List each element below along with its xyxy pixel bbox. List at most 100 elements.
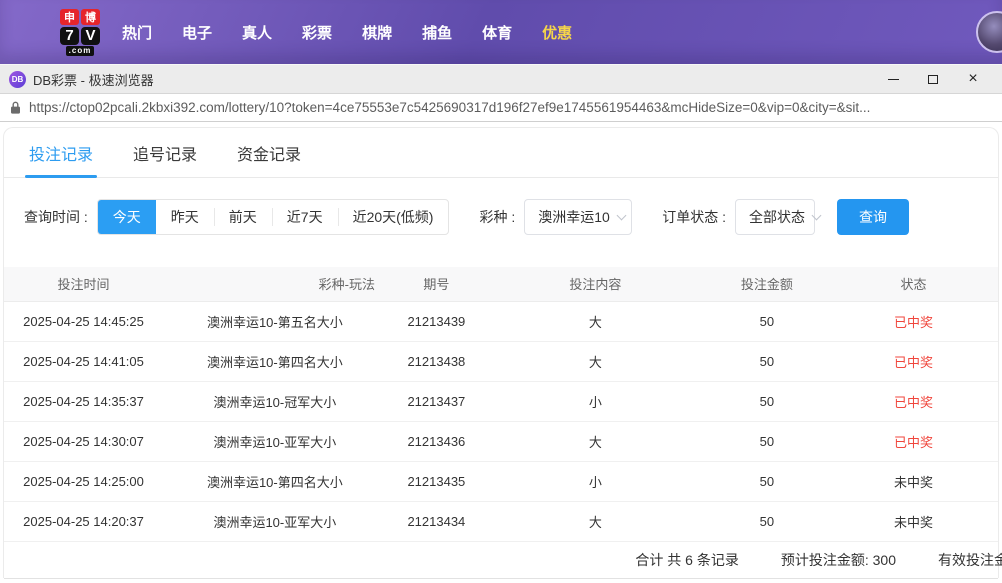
time-option-today[interactable]: 今天 (98, 200, 156, 234)
table-header-row: 投注时间 彩种-玩法 期号 投注内容 投注金额 状态 (4, 267, 998, 301)
tab-fund-records[interactable]: 资金记录 (237, 128, 301, 177)
lottery-type-select[interactable]: 澳洲幸运10 (524, 199, 632, 235)
nav-item-fishing[interactable]: 捕鱼 (422, 22, 452, 43)
tab-bet-records[interactable]: 投注记录 (29, 128, 93, 177)
bet-records-table: 投注时间 彩种-玩法 期号 投注内容 投注金额 状态 2025-04-25 14… (4, 267, 998, 542)
cell-bet-time: 2025-04-25 14:30:07 (4, 421, 163, 461)
col-status: 状态 (829, 267, 998, 301)
time-option-daybefore[interactable]: 前天 (214, 200, 272, 234)
avatar[interactable] (976, 11, 1002, 53)
cell-bet-amount: 50 (705, 381, 829, 421)
logo-char-shen: 申 (60, 9, 79, 25)
cell-issue: 21213438 (387, 341, 486, 381)
col-bet-content: 投注内容 (486, 267, 705, 301)
cell-game-play: 澳洲幸运10-第四名大小 (163, 461, 387, 501)
logo-char-7: 7 (60, 27, 79, 45)
cell-bet-amount: 50 (705, 301, 829, 341)
table-row[interactable]: 2025-04-25 14:25:00 澳洲幸运10-第四名大小 2121343… (4, 461, 998, 501)
site-header: 申 博 7 V .com 热门 电子 真人 彩票 棋牌 捕鱼 体育 优惠 (0, 0, 1002, 64)
table-row[interactable]: 2025-04-25 14:45:25 澳洲幸运10-第五名大小 2121343… (4, 301, 998, 341)
cell-game-play: 澳洲幸运10-亚军大小 (163, 421, 387, 461)
nav-item-promo[interactable]: 优惠 (542, 22, 572, 43)
query-time-label: 查询时间 : (24, 207, 88, 227)
cell-bet-amount: 50 (705, 501, 829, 541)
lottery-type-label: 彩种 : (479, 207, 515, 227)
time-option-20days[interactable]: 近20天(低频) (338, 200, 449, 234)
content-card: 投注记录 追号记录 资金记录 查询时间 : 今天 昨天 前天 近7天 近20天(… (3, 127, 999, 578)
table-row[interactable]: 2025-04-25 14:41:05 澳洲幸运10-第四名大小 2121343… (4, 341, 998, 381)
cell-status: 已中奖 (829, 421, 998, 461)
logo-7v-row: 7 V (60, 27, 100, 45)
window-controls: × (873, 65, 993, 94)
close-icon: × (968, 71, 977, 87)
cell-bet-content: 大 (486, 341, 705, 381)
cell-bet-content: 大 (486, 501, 705, 541)
nav-item-chess[interactable]: 棋牌 (362, 22, 392, 43)
site-logo[interactable]: 申 博 7 V .com (60, 9, 100, 56)
logo-char-v: V (81, 27, 100, 45)
table-row[interactable]: 2025-04-25 14:20:37 澳洲幸运10-亚军大小 21213434… (4, 501, 998, 541)
logo-com-suffix: .com (66, 46, 95, 56)
cell-issue: 21213434 (387, 501, 486, 541)
url-text[interactable]: https://ctop02pcali.2kbxi392.com/lottery… (29, 100, 870, 115)
cell-game-play: 澳洲幸运10-冠军大小 (163, 381, 387, 421)
cell-issue: 21213437 (387, 381, 486, 421)
minimize-icon (888, 79, 899, 80)
cell-bet-content: 大 (486, 421, 705, 461)
time-option-yesterday[interactable]: 昨天 (156, 200, 214, 234)
nav-item-hot[interactable]: 热门 (122, 22, 152, 43)
nav-item-sports[interactable]: 体育 (482, 22, 512, 43)
nav-item-live[interactable]: 真人 (242, 22, 272, 43)
order-status-label: 订单状态 : (662, 207, 726, 227)
bet-records-table-area: 投注时间 彩种-玩法 期号 投注内容 投注金额 状态 2025-04-25 14… (4, 267, 998, 579)
tab-chase-records[interactable]: 追号记录 (133, 128, 197, 177)
summary-total-records: 合计 共 6 条记录 (635, 550, 738, 570)
cell-bet-time: 2025-04-25 14:35:37 (4, 381, 163, 421)
cell-bet-content: 小 (486, 461, 705, 501)
table-row[interactable]: 2025-04-25 14:30:07 澳洲幸运10-亚军大小 21213436… (4, 421, 998, 461)
summary-valid-amount: 有效投注金 (938, 550, 1002, 570)
maximize-icon (928, 75, 938, 84)
window-title: DB彩票 - 极速浏览器 (33, 70, 154, 89)
order-status-select[interactable]: 全部状态 (735, 199, 815, 235)
search-button[interactable]: 查询 (837, 199, 909, 235)
cell-bet-amount: 50 (705, 341, 829, 381)
record-tabs: 投注记录 追号记录 资金记录 (4, 128, 998, 178)
cell-status: 未中奖 (829, 461, 998, 501)
cell-issue: 21213436 (387, 421, 486, 461)
nav-item-lottery[interactable]: 彩票 (302, 22, 332, 43)
site-nav: 热门 电子 真人 彩票 棋牌 捕鱼 体育 优惠 (122, 22, 572, 43)
cell-bet-time: 2025-04-25 14:41:05 (4, 341, 163, 381)
browser-titlebar: DB DB彩票 - 极速浏览器 × (0, 64, 1002, 93)
cell-bet-time: 2025-04-25 14:25:00 (4, 461, 163, 501)
cell-bet-content: 大 (486, 301, 705, 341)
cell-status: 已中奖 (829, 381, 998, 421)
nav-item-slots[interactable]: 电子 (182, 22, 212, 43)
lock-icon (10, 101, 21, 114)
cell-bet-time: 2025-04-25 14:45:25 (4, 301, 163, 341)
cell-status: 已中奖 (829, 301, 998, 341)
cell-status: 已中奖 (829, 341, 998, 381)
col-game-play: 彩种-玩法 (163, 267, 387, 301)
summary-estimated-amount: 预计投注金额: 300 (781, 550, 896, 570)
cell-issue: 21213435 (387, 461, 486, 501)
chevron-down-icon (616, 210, 626, 220)
close-button[interactable]: × (953, 65, 993, 94)
logo-char-bo: 博 (81, 9, 100, 25)
cell-bet-amount: 50 (705, 421, 829, 461)
col-bet-time: 投注时间 (4, 267, 163, 301)
minimize-button[interactable] (873, 65, 913, 94)
browser-urlbar[interactable]: https://ctop02pcali.2kbxi392.com/lottery… (0, 93, 1002, 122)
table-row[interactable]: 2025-04-25 14:35:37 澳洲幸运10-冠军大小 21213437… (4, 381, 998, 421)
col-bet-amount: 投注金额 (705, 267, 829, 301)
maximize-button[interactable] (913, 65, 953, 94)
time-range-group: 今天 昨天 前天 近7天 近20天(低频) (97, 199, 450, 235)
time-option-7days[interactable]: 近7天 (272, 200, 338, 234)
cell-bet-content: 小 (486, 381, 705, 421)
cell-game-play: 澳洲幸运10-第五名大小 (163, 301, 387, 341)
cell-bet-amount: 50 (705, 461, 829, 501)
cell-issue: 21213439 (387, 301, 486, 341)
logo-brand-row: 申 博 (60, 9, 100, 25)
cell-game-play: 澳洲幸运10-亚军大小 (163, 501, 387, 541)
chevron-down-icon (812, 210, 822, 220)
